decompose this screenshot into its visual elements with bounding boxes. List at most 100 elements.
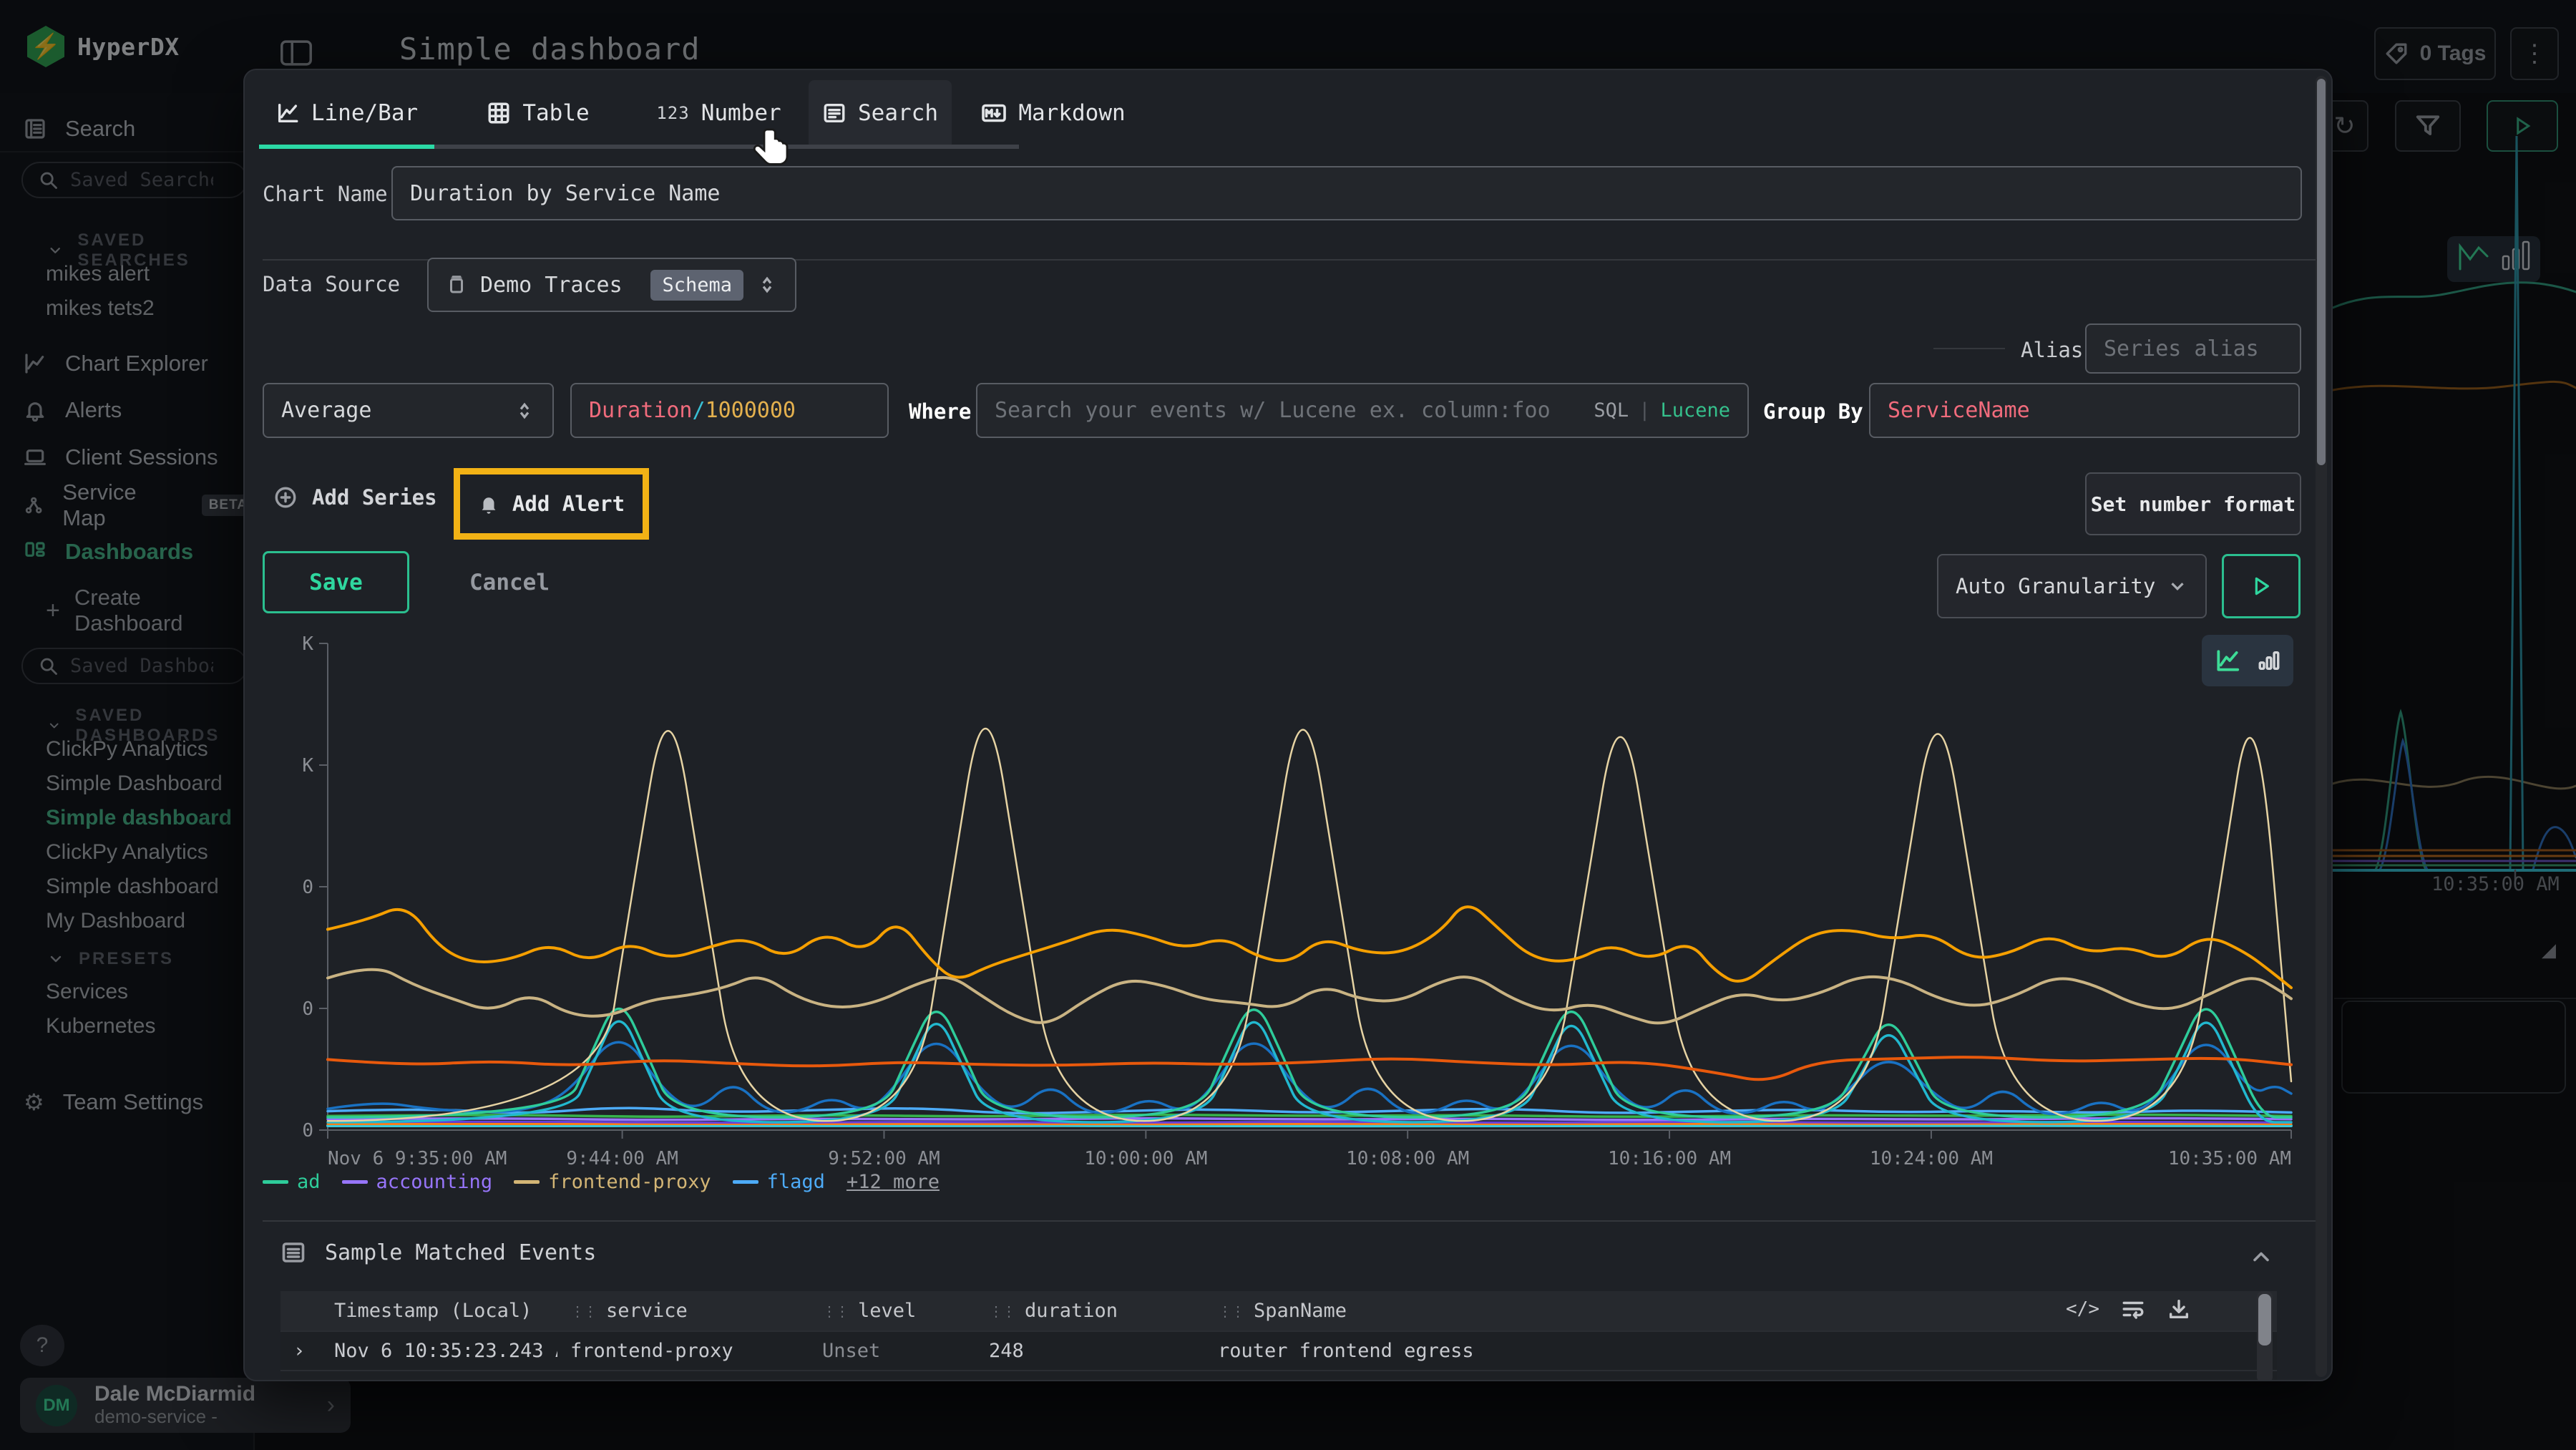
field-token: / — [693, 398, 706, 423]
table-row[interactable]: ›Nov 6 10:35:23.243 AMfrontend-proxyUnse… — [280, 1370, 2277, 1381]
tab-table[interactable]: Table — [463, 80, 613, 146]
table-row[interactable]: ›Nov 6 10:35:23.243 AMfrontend-proxyUnse… — [280, 1330, 2277, 1370]
table-cell: frontend-proxy — [557, 1379, 809, 1381]
tab-label: Number — [701, 100, 781, 126]
legend-item[interactable]: flagd — [733, 1171, 825, 1193]
svg-text:10:08:00 AM: 10:08:00 AM — [1346, 1148, 1469, 1169]
chart-legend: ad accounting frontend-proxy flagd +12 more — [263, 1171, 940, 1193]
svg-text:1.2K: 1.2K — [302, 755, 313, 777]
chart-name-field[interactable] — [391, 166, 2302, 220]
svg-text:0: 0 — [302, 1120, 313, 1142]
add-series-label: Add Series — [312, 485, 437, 510]
tab-markdown[interactable]: Markdown — [967, 80, 1139, 146]
column-header[interactable]: ⋮⋮ duration — [976, 1300, 1205, 1322]
wrap-lines-icon[interactable] — [2121, 1297, 2145, 1321]
legend-more-link[interactable]: +12 more — [847, 1171, 940, 1193]
database-icon — [446, 274, 467, 296]
table-cell: Unset — [809, 1379, 976, 1381]
column-header[interactable]: ⋮⋮ level — [809, 1300, 976, 1322]
chart-name-input[interactable] — [410, 181, 2283, 206]
drag-handle-icon[interactable]: ⋮⋮ — [1218, 1303, 1244, 1320]
table-cell: frontend-proxy — [557, 1340, 809, 1362]
svg-text:10:24:00 AM: 10:24:00 AM — [1870, 1148, 1993, 1169]
data-source-select[interactable]: Demo Traces Schema — [427, 258, 796, 312]
table-cell: router frontend egress — [1205, 1379, 2277, 1381]
tab-search[interactable]: Search — [809, 80, 952, 146]
column-header[interactable]: ⋮⋮service — [557, 1300, 809, 1322]
legend-label: flagd — [767, 1171, 825, 1193]
aggregation-value: Average — [281, 398, 371, 423]
alias-field[interactable] — [2085, 323, 2301, 374]
set-number-format-label: Set number format — [2091, 492, 2296, 516]
save-button[interactable]: Save — [263, 551, 409, 613]
granularity-select[interactable]: Auto Granularity — [1937, 554, 2207, 618]
legend-item[interactable]: ad — [263, 1171, 321, 1193]
legend-label: accounting — [376, 1171, 493, 1193]
run-chart-button[interactable] — [2222, 554, 2301, 618]
events-scrollbar[interactable] — [2257, 1291, 2273, 1381]
modal-scrollbar[interactable] — [2316, 76, 2327, 1377]
sample-events-table: Timestamp (Local)⋮⋮service⋮⋮level⋮⋮durat… — [280, 1291, 2277, 1381]
row-expander[interactable]: › — [280, 1379, 321, 1381]
active-tab-indicator — [259, 145, 434, 149]
svg-text:9:44:00 AM: 9:44:00 AM — [566, 1148, 678, 1169]
column-header-label: SpanName — [1254, 1300, 1347, 1322]
sample-events-title: Sample Matched Events — [325, 1240, 596, 1265]
svg-text:400: 400 — [302, 998, 313, 1020]
alias-divider — [1933, 348, 2005, 349]
toggle-pipe: | — [1639, 399, 1650, 422]
aggregation-field[interactable]: Duration/1000000 — [570, 383, 889, 438]
data-source-label: Data Source — [263, 272, 400, 296]
drag-handle-icon[interactable]: ⋮⋮ — [570, 1303, 596, 1320]
drag-handle-icon[interactable]: ⋮⋮ — [989, 1303, 1015, 1320]
row-expander[interactable]: › — [280, 1340, 321, 1362]
code-icon[interactable]: </> — [2066, 1298, 2099, 1320]
sql-toggle[interactable]: SQL — [1594, 399, 1629, 422]
field-token: 1000000 — [706, 398, 796, 423]
alias-input[interactable] — [2104, 336, 2283, 361]
timeseries-chart[interactable]: 04008001.2K1.6KNov 6 9:35:00 AM9:44:00 A… — [302, 635, 2306, 1179]
where-input[interactable] — [995, 398, 1594, 423]
aggregation-select[interactable]: Average — [263, 383, 554, 438]
table-tools: </> — [2066, 1297, 2191, 1321]
schema-badge: Schema — [650, 270, 743, 301]
cancel-button[interactable]: Cancel — [445, 551, 574, 613]
legend-item[interactable]: frontend-proxy — [514, 1171, 711, 1193]
chart-name-label: Chart Name — [263, 182, 388, 206]
group-by-value: ServiceName — [1888, 398, 2030, 423]
where-field[interactable]: SQL | Lucene — [976, 383, 1749, 438]
collapse-chevron-up-icon[interactable] — [2248, 1244, 2274, 1270]
section-divider — [263, 1220, 2316, 1222]
column-header-label: Timestamp (Local) — [334, 1300, 532, 1322]
column-header-label: level — [858, 1300, 916, 1322]
table-cell: router frontend egress — [1205, 1340, 2277, 1362]
legend-label: frontend-proxy — [548, 1171, 711, 1193]
lucene-toggle[interactable]: Lucene — [1660, 399, 1730, 422]
table-header-row: Timestamp (Local)⋮⋮service⋮⋮level⋮⋮durat… — [280, 1291, 2277, 1330]
set-number-format-button[interactable]: Set number format — [2085, 472, 2301, 535]
column-header-label: duration — [1025, 1300, 1118, 1322]
table-cell: 248 — [976, 1340, 1205, 1362]
table-cell: 248 — [976, 1379, 1205, 1381]
search-list-icon — [822, 101, 847, 125]
column-header[interactable]: Timestamp (Local) — [321, 1300, 557, 1322]
svg-text:10:35:00 AM: 10:35:00 AM — [2168, 1148, 2291, 1169]
events-scrollbar-thumb[interactable] — [2258, 1294, 2271, 1346]
group-by-label: Group By — [1763, 399, 1863, 424]
tab-line-bar[interactable]: Line/Bar — [259, 80, 434, 146]
legend-swatch — [342, 1180, 368, 1184]
sample-events-header: Sample Matched Events — [280, 1240, 596, 1265]
save-label: Save — [309, 570, 363, 595]
svg-text:10:00:00 AM: 10:00:00 AM — [1084, 1148, 1207, 1169]
bell-icon — [478, 493, 499, 515]
list-icon — [280, 1240, 306, 1265]
modal-scrollbar-thumb[interactable] — [2317, 79, 2326, 465]
add-alert-button[interactable]: Add Alert — [454, 468, 649, 540]
123-icon: 123 — [656, 103, 689, 123]
add-series-button[interactable]: Add Series — [273, 485, 437, 510]
table-cell: Unset — [809, 1340, 976, 1362]
group-by-field[interactable]: ServiceName — [1869, 383, 2300, 438]
download-icon[interactable] — [2167, 1297, 2191, 1321]
drag-handle-icon[interactable]: ⋮⋮ — [822, 1303, 848, 1320]
legend-item[interactable]: accounting — [342, 1171, 493, 1193]
